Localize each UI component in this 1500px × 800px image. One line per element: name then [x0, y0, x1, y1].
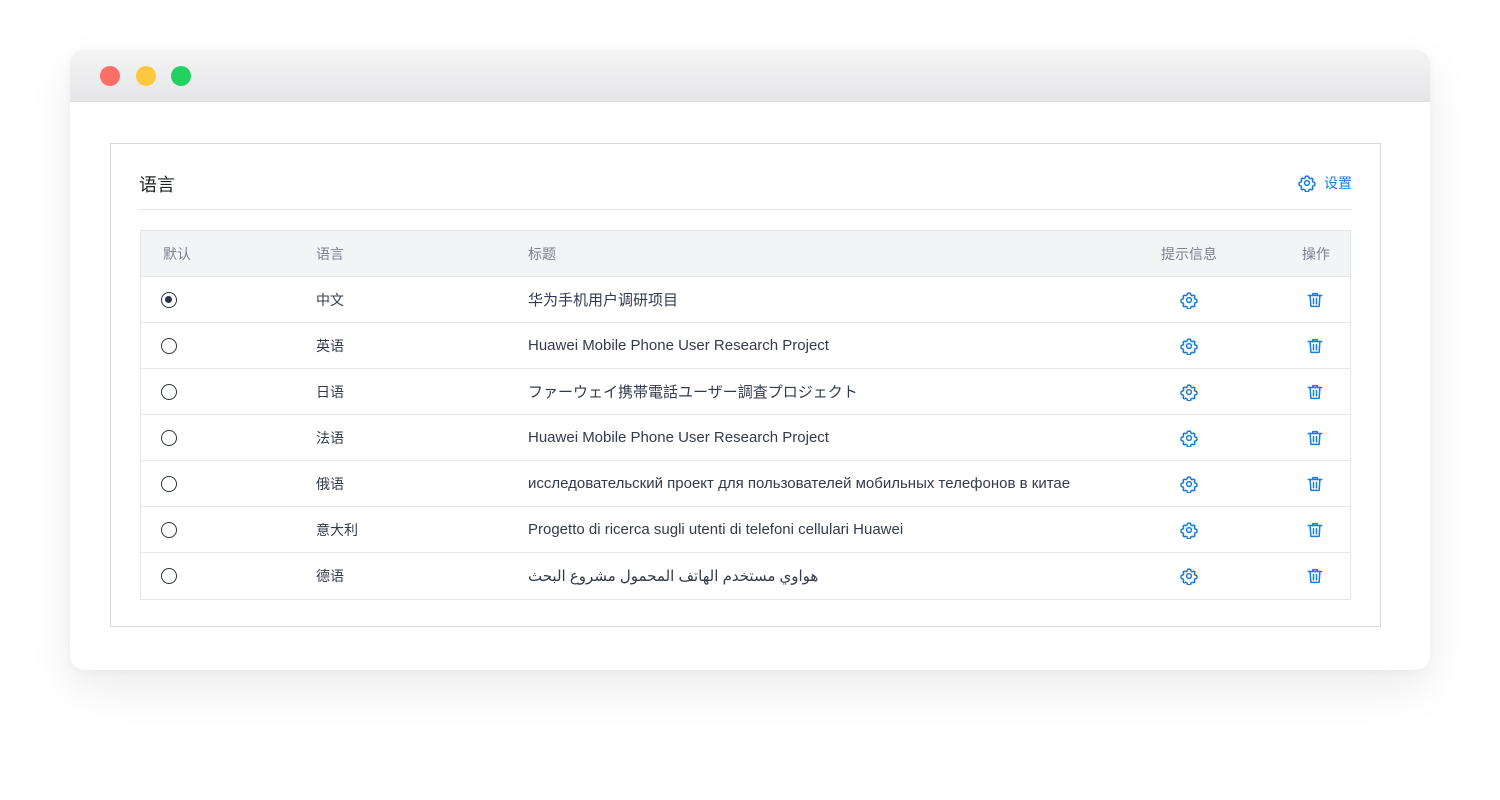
default-cell — [141, 383, 316, 400]
tip-cell — [1155, 429, 1223, 447]
action-cell — [1223, 383, 1350, 401]
table-row: 英语 Huawei Mobile Phone User Research Proj… — [141, 323, 1350, 369]
gear-icon[interactable] — [1180, 337, 1198, 355]
maximize-window-button[interactable] — [171, 66, 191, 86]
gear-icon[interactable] — [1180, 475, 1198, 493]
title-cell: ファーウェイ携帯電話ユーザー調査プロジェクト — [528, 384, 858, 401]
language-cell: 日语 — [316, 383, 344, 400]
default-cell — [141, 429, 316, 446]
language-panel: 语言 设置 默认 语言 标题 提示信息 操作 中文 华为手机用户调研项目英语 Hua… — [110, 143, 1381, 627]
settings-button[interactable]: 设置 — [1298, 173, 1352, 193]
action-cell — [1223, 291, 1350, 309]
tip-cell — [1155, 291, 1223, 309]
title-cell: Huawei Mobile Phone User Research Projec… — [528, 337, 829, 354]
language-cell: 德语 — [316, 568, 344, 584]
default-radio[interactable] — [161, 475, 177, 492]
action-cell — [1223, 429, 1350, 447]
default-cell — [141, 568, 316, 584]
language-cell: 俄语 — [316, 475, 344, 492]
header-action: 操作 — [1302, 245, 1330, 262]
title-cell: 华为手机用户调研项目 — [528, 292, 679, 309]
action-cell — [1223, 521, 1350, 539]
table-row: 日语 ファーウェイ携帯電話ユーザー調査プロジェクト — [141, 369, 1350, 415]
trash-icon[interactable] — [1306, 567, 1324, 585]
trash-icon[interactable] — [1306, 383, 1324, 401]
table-row: 德语 هواوي مستخدم الهاتف المحمول مشروع البح… — [141, 553, 1350, 599]
trash-icon[interactable] — [1306, 337, 1324, 355]
trash-icon[interactable] — [1306, 429, 1324, 447]
title-cell: Huawei Mobile Phone User Research Projec… — [528, 429, 829, 446]
table-row: 中文 华为手机用户调研项目 — [141, 277, 1350, 323]
gear-icon[interactable] — [1180, 383, 1198, 401]
default-radio[interactable] — [161, 383, 177, 400]
panel-header: 语言 设置 — [139, 144, 1352, 210]
title-bar — [70, 50, 1430, 102]
language-cell: 中文 — [316, 291, 344, 308]
default-radio[interactable] — [161, 337, 177, 354]
table-row: 法语 Huawei Mobile Phone User Research Proj… — [141, 415, 1350, 461]
default-cell — [141, 475, 316, 492]
action-cell — [1223, 475, 1350, 493]
default-radio[interactable] — [161, 521, 177, 538]
language-cell: 英语 — [316, 337, 344, 354]
gear-icon[interactable] — [1180, 567, 1198, 585]
tip-cell — [1155, 383, 1223, 401]
title-cell: исследовательский проект для пользовател… — [528, 475, 1071, 492]
tip-cell — [1155, 567, 1223, 585]
minimize-window-button[interactable] — [136, 66, 156, 86]
gear-icon — [1298, 174, 1316, 192]
action-cell — [1223, 567, 1350, 585]
tip-cell — [1155, 521, 1223, 539]
default-radio[interactable] — [161, 429, 177, 446]
default-cell — [141, 291, 316, 308]
header-tip: 提示信息 — [1161, 245, 1217, 262]
tip-cell — [1155, 337, 1223, 355]
header-title: 标题 — [528, 245, 556, 262]
app-window: 语言 设置 默认 语言 标题 提示信息 操作 中文 华为手机用户调研项目英语 Hua… — [70, 50, 1430, 670]
action-cell — [1223, 337, 1350, 355]
trash-icon[interactable] — [1306, 291, 1324, 309]
panel-title: 语言 — [139, 175, 175, 195]
gear-icon[interactable] — [1180, 429, 1198, 447]
language-table: 默认 语言 标题 提示信息 操作 中文 华为手机用户调研项目英语 Huawei Mo… — [140, 230, 1351, 600]
gear-icon[interactable] — [1180, 291, 1198, 309]
table-row: 意大利 Progetto di ricerca sugli utenti di t… — [141, 507, 1350, 553]
default-cell — [141, 521, 316, 538]
default-radio[interactable] — [161, 568, 177, 584]
gear-icon[interactable] — [1180, 521, 1198, 539]
header-default: 默认 — [163, 245, 191, 262]
table-row: 俄语 исследовательский проект для пользоват… — [141, 461, 1350, 507]
trash-icon[interactable] — [1306, 521, 1324, 539]
default-radio[interactable] — [161, 291, 177, 308]
default-cell — [141, 337, 316, 354]
title-cell: Progetto di ricerca sugli utenti di tele… — [528, 521, 904, 538]
language-cell: 法语 — [316, 429, 344, 446]
table-header-row: 默认 语言 标题 提示信息 操作 — [141, 231, 1350, 277]
language-cell: 意大利 — [316, 521, 358, 538]
settings-label: 设置 — [1324, 175, 1352, 191]
close-window-button[interactable] — [100, 66, 120, 86]
trash-icon[interactable] — [1306, 475, 1324, 493]
header-language: 语言 — [316, 245, 344, 262]
tip-cell — [1155, 475, 1223, 493]
title-cell: هواوي مستخدم الهاتف المحمول مشروع البحث — [528, 568, 819, 585]
